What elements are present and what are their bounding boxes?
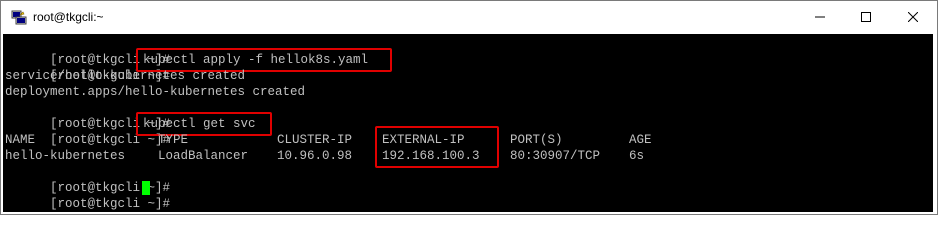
- terminal-area[interactable]: [root@tkgcli ~]# [root@tkgcli ~]# kubect…: [3, 34, 933, 212]
- close-icon: [908, 12, 918, 22]
- highlight-box: [136, 112, 272, 136]
- column-header-age: AGE: [629, 133, 652, 147]
- putty-terminal-icon: [11, 10, 27, 25]
- text-cursor: [142, 181, 150, 195]
- cell-name: hello-kubernetes: [5, 149, 126, 163]
- maximize-icon: [861, 12, 871, 22]
- window-title: root@tkgcli:~: [33, 10, 104, 24]
- terminal-output: deployment.apps/hello-kubernetes created: [5, 85, 306, 99]
- column-header-name: NAME: [5, 133, 36, 147]
- terminal-line: [root@tkgcli ~]#: [5, 164, 170, 195]
- column-header-cluster-ip: CLUSTER-IP: [277, 133, 353, 147]
- column-header-ports: PORT(S): [510, 133, 563, 147]
- maximize-button[interactable]: [843, 1, 889, 33]
- close-button[interactable]: [890, 1, 936, 33]
- cell-cluster-ip: 10.96.0.98: [277, 149, 353, 163]
- cell-type: LoadBalancer: [158, 149, 249, 163]
- highlight-box: [375, 126, 499, 168]
- cell-ports: 80:30907/TCP: [510, 149, 601, 163]
- column-header-type: TYPE: [158, 133, 189, 147]
- minimize-button[interactable]: [797, 1, 843, 33]
- cell-age: 6s: [629, 149, 645, 163]
- terminal-output: service/hello-kubernetes created: [5, 69, 246, 83]
- minimize-icon: [815, 16, 825, 18]
- title-bar[interactable]: root@tkgcli:~: [1, 1, 937, 33]
- shell-prompt: [root@tkgcli ~]#: [50, 197, 171, 211]
- putty-window: root@tkgcli:~ [root@tkgcli ~]# [root@tkg…: [0, 0, 938, 215]
